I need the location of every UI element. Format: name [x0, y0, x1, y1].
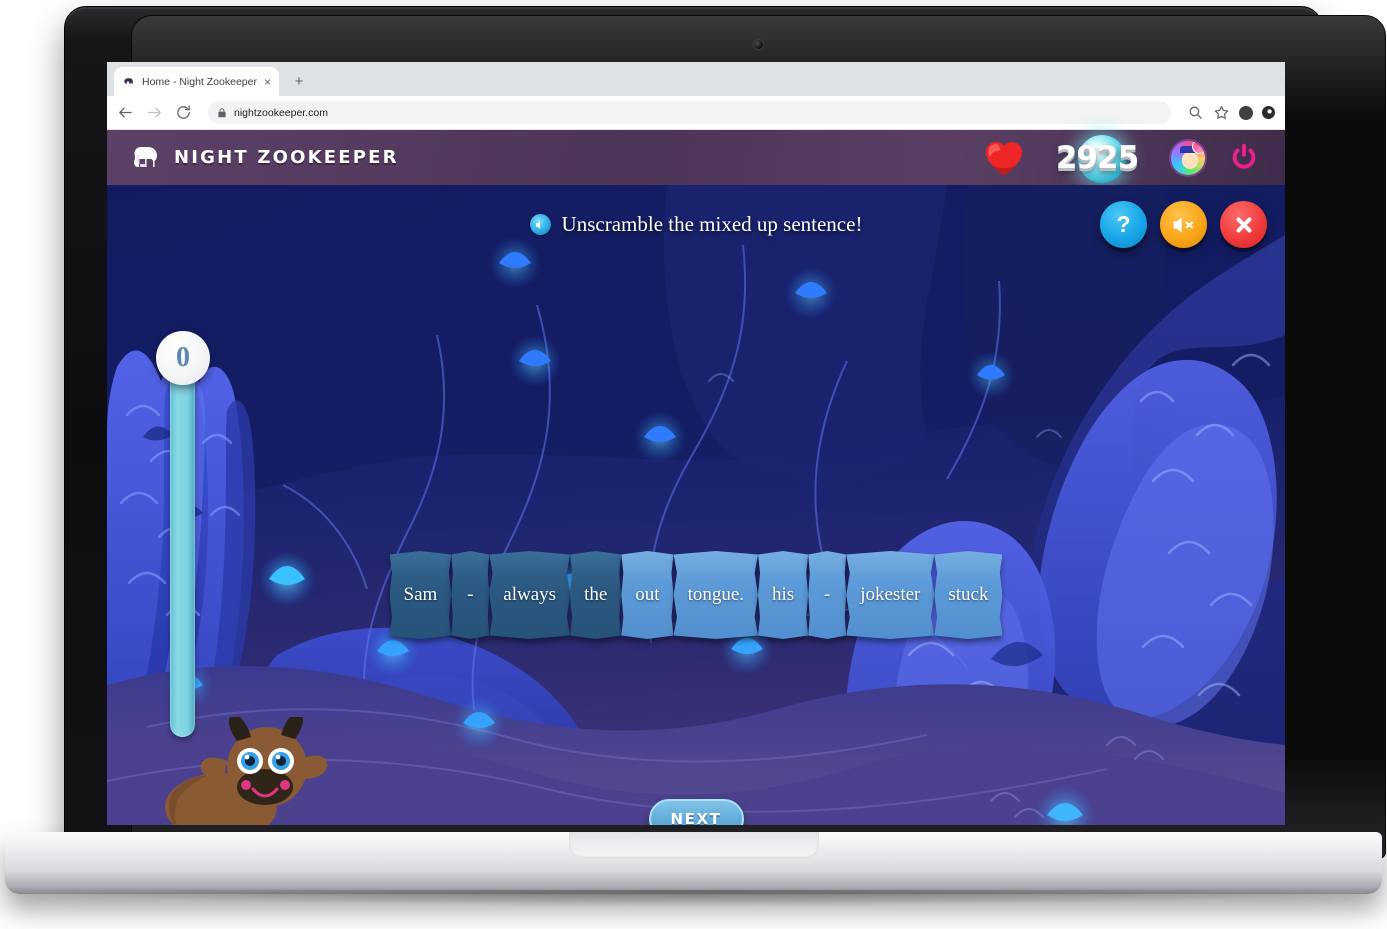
game-controls: ?: [1100, 201, 1267, 248]
instruction-text: Unscramble the mixed up sentence!: [561, 212, 863, 236]
extensions-icon[interactable]: [1262, 106, 1275, 119]
word-tile-label: -: [824, 584, 831, 605]
word-tile[interactable]: his: [758, 551, 809, 639]
browser-tab[interactable]: Home - Night Zookeeper ×: [114, 67, 279, 96]
word-tile-label: the: [584, 584, 608, 605]
word-tile[interactable]: -: [808, 551, 847, 639]
speaker-play-icon[interactable]: [529, 214, 551, 235]
word-tile-row: Sam - always the out tongue. his - jokester stuck: [107, 551, 1285, 639]
profile-avatar[interactable]: [1239, 105, 1253, 120]
user-avatar[interactable]: [1169, 138, 1207, 177]
browser-toolbar: nightzookeeper.com: [107, 96, 1285, 130]
score-value: 2925: [1055, 139, 1139, 176]
next-button[interactable]: NEXT: [648, 799, 744, 825]
heart-icon[interactable]: [983, 139, 1025, 177]
score-display: 2925: [1045, 134, 1149, 183]
app-logo[interactable]: NIGHT ZOOKEEPER: [131, 144, 399, 172]
mute-button[interactable]: [1160, 201, 1207, 248]
close-icon: [1235, 216, 1252, 233]
tab-close-icon[interactable]: ×: [264, 76, 271, 88]
word-tile[interactable]: out: [621, 551, 674, 639]
url-text: nightzookeeper.com: [234, 106, 328, 119]
word-tile-label: stuck: [948, 584, 989, 605]
screenshot-stage: Home - Night Zookeeper × + nightzookeepe…: [0, 0, 1387, 929]
tab-title: Home - Night Zookeeper: [142, 75, 257, 88]
laptop-shadow: [50, 890, 1337, 906]
next-label: NEXT: [670, 810, 722, 825]
header-right-group: 2925: [983, 134, 1261, 183]
app-header: NIGHT ZOOKEEPER 2925: [107, 130, 1285, 185]
star-icon[interactable]: [1213, 104, 1230, 121]
word-tile[interactable]: tongue.: [673, 551, 759, 639]
search-icon[interactable]: [1187, 104, 1204, 121]
power-icon[interactable]: [1227, 141, 1261, 175]
word-tile-label: tongue.: [687, 584, 745, 605]
address-bar[interactable]: nightzookeeper.com: [208, 101, 1171, 124]
lock-icon: [218, 107, 226, 117]
word-tile-label: out: [635, 584, 660, 605]
new-tab-button[interactable]: +: [289, 72, 309, 92]
laptop-screen: Home - Night Zookeeper × + nightzookeepe…: [107, 62, 1285, 825]
close-button[interactable]: [1220, 201, 1267, 248]
game-scene: Unscramble the mixed up sentence! ? 0 Sa…: [107, 185, 1285, 825]
laptop-base-notch: [568, 832, 819, 858]
help-button[interactable]: ?: [1100, 201, 1147, 248]
word-tile-label: Sam: [403, 584, 438, 605]
elephant-favicon: [124, 78, 133, 84]
forward-icon: [148, 107, 161, 118]
webcam-icon: [754, 40, 763, 49]
word-tile[interactable]: the: [570, 551, 622, 639]
night-zookeeper-app: NIGHT ZOOKEEPER 2925 Unscramble the mixe…: [107, 130, 1285, 825]
browser-tabstrip: Home - Night Zookeeper × +: [107, 62, 1285, 96]
progress-value: 0: [176, 342, 190, 373]
word-tile-label: jokester: [860, 584, 921, 605]
progress-badge: 0: [156, 331, 210, 385]
back-icon[interactable]: [117, 104, 134, 121]
next-button-wrap: NEXT: [107, 799, 1285, 825]
app-wordmark: NIGHT ZOOKEEPER: [174, 147, 399, 168]
reload-icon[interactable]: [175, 104, 192, 121]
speaker-glyph: [536, 220, 541, 229]
avatar-badge: [1192, 140, 1205, 154]
word-tile[interactable]: Sam: [389, 551, 452, 639]
elephant-logo-icon: [134, 146, 157, 167]
word-tile[interactable]: -: [451, 551, 490, 639]
word-tile-label: his: [772, 584, 795, 605]
speaker-muted-icon: [1173, 216, 1194, 233]
word-tile-label: always: [503, 584, 557, 605]
laptop-base: [5, 832, 1382, 894]
word-tile[interactable]: always: [489, 551, 571, 639]
word-tile[interactable]: jokester: [846, 551, 935, 639]
word-tile[interactable]: stuck: [934, 551, 1003, 639]
avatar-face: [1182, 151, 1198, 169]
help-glyph: ?: [1116, 211, 1131, 237]
toolbar-right-group: [1187, 104, 1275, 121]
word-tile-label: -: [467, 584, 474, 605]
